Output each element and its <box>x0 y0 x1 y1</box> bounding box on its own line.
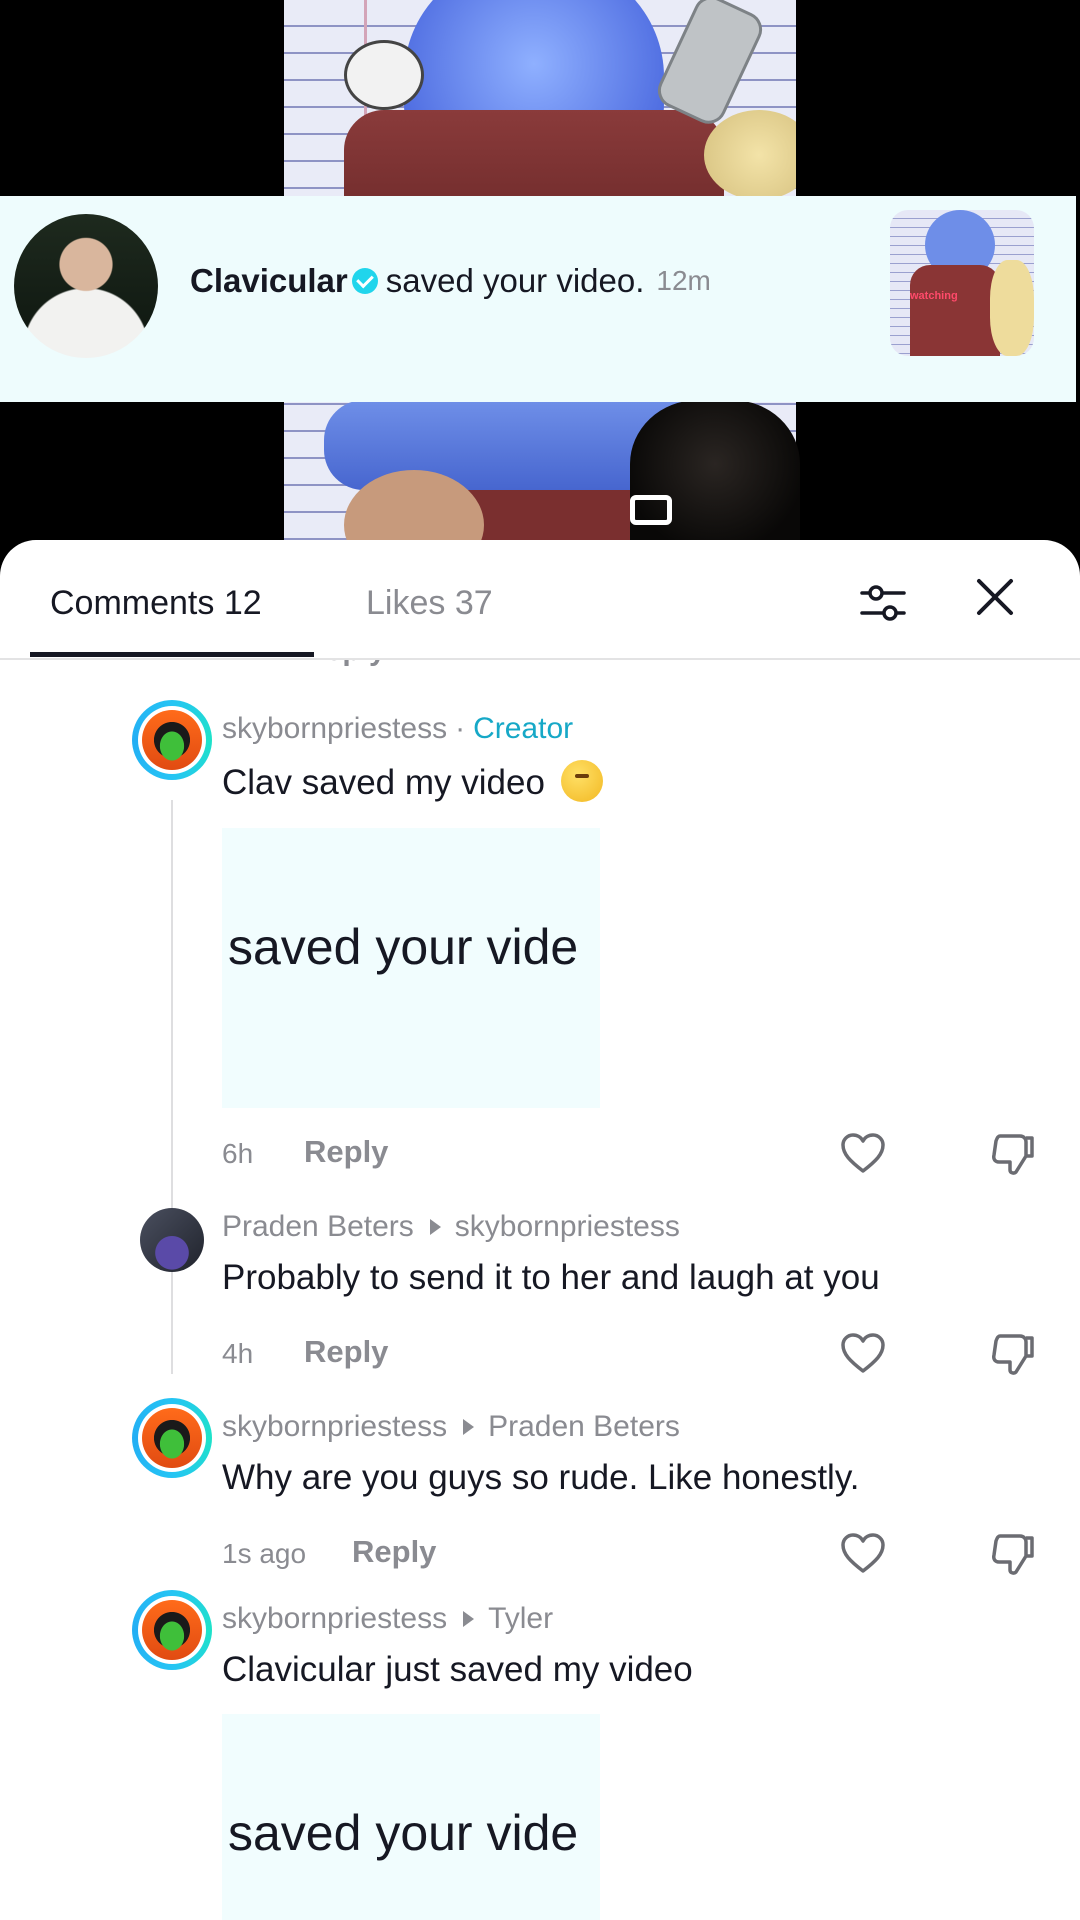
active-tab-indicator <box>30 652 314 657</box>
comment-text: Why are you guys so rude. Like honestly. <box>222 1458 860 1497</box>
comment-username[interactable]: Praden Beters <box>222 1210 414 1244</box>
notification-time: 12m <box>656 265 711 296</box>
heart-icon[interactable] <box>840 1532 886 1574</box>
comments-list[interactable]: 7h Reply skybornpriestess · Creator Clav… <box>0 660 1080 1920</box>
sheet-tabs: Comments 12 Likes 37 <box>0 540 1080 660</box>
close-icon[interactable] <box>974 576 1016 618</box>
reply-arrow-icon <box>429 1219 441 1235</box>
reply-to-username[interactable]: Tyler <box>488 1602 553 1636</box>
comment-text: Clav saved my video <box>222 763 545 802</box>
reply-button[interactable]: Reply <box>304 1134 388 1170</box>
creator-badge: Creator <box>473 712 574 745</box>
tab-likes[interactable]: Likes 37 <box>366 584 493 623</box>
reply-button[interactable]: Reply <box>304 1334 388 1370</box>
selfie-overlay <box>630 400 800 560</box>
comment-time: 4h <box>222 1338 254 1369</box>
notification-text: Clavicular saved your video. 12m <box>190 262 711 300</box>
dislike-icon[interactable] <box>990 1332 1036 1376</box>
comment-image-text: saved your vide <box>228 1805 579 1861</box>
reply-button[interactable]: Reply <box>352 1534 436 1570</box>
filter-icon[interactable] <box>858 578 908 628</box>
reply-to-username[interactable]: skybornpriestess <box>455 1210 680 1244</box>
comment-avatar[interactable] <box>132 1398 212 1478</box>
comment-time: 6h <box>222 1138 254 1169</box>
comment-text: Probably to send it to her and laugh at … <box>222 1258 880 1297</box>
comment-username[interactable]: skybornpriestess <box>222 1410 447 1444</box>
dislike-icon[interactable] <box>990 1132 1036 1176</box>
thumbnail-label: watching <box>910 290 958 302</box>
separator-dot: · <box>455 712 466 745</box>
comments-sheet: Comments 12 Likes 37 7h Reply skybornpri… <box>0 540 1080 1920</box>
reply-arrow-icon <box>463 1419 475 1435</box>
heart-icon[interactable] <box>840 1132 886 1174</box>
reply-arrow-icon <box>463 1611 475 1627</box>
reply-button[interactable]: Reply <box>304 660 386 668</box>
comment-avatar[interactable] <box>132 1590 212 1670</box>
saved-video-notification[interactable]: Clavicular saved your video. 12m watchin… <box>0 196 1076 402</box>
comment-image[interactable]: saved your vide <box>222 1714 600 1920</box>
tab-comments[interactable]: Comments 12 <box>50 584 262 623</box>
notification-message: saved your video. <box>385 262 645 299</box>
thread-line <box>171 1298 173 1374</box>
comment-image-text: saved your vide <box>228 919 579 975</box>
notification-video-thumbnail[interactable]: watching <box>890 210 1034 356</box>
notification-username[interactable]: Clavicular <box>190 262 348 300</box>
comment-text: Clavicular just saved my video <box>222 1650 693 1689</box>
heart-icon[interactable] <box>840 1332 886 1374</box>
reply-to-username[interactable]: Praden Beters <box>488 1410 680 1444</box>
comment-time: 7h <box>222 660 255 668</box>
dislike-icon[interactable] <box>990 1532 1036 1576</box>
comment-avatar[interactable] <box>140 1208 204 1272</box>
comment-image[interactable]: saved your vide <box>222 828 600 1108</box>
verified-badge-icon <box>351 268 378 294</box>
thinking-face-icon <box>560 760 603 802</box>
previous-comment-meta: 7h Reply <box>0 660 1080 674</box>
notification-avatar[interactable] <box>14 214 158 358</box>
comment-avatar[interactable] <box>132 700 212 780</box>
comment-time: 1s ago <box>222 1538 307 1569</box>
comment-username[interactable]: skybornpriestess <box>222 712 447 746</box>
comment-username[interactable]: skybornpriestess <box>222 1602 447 1636</box>
